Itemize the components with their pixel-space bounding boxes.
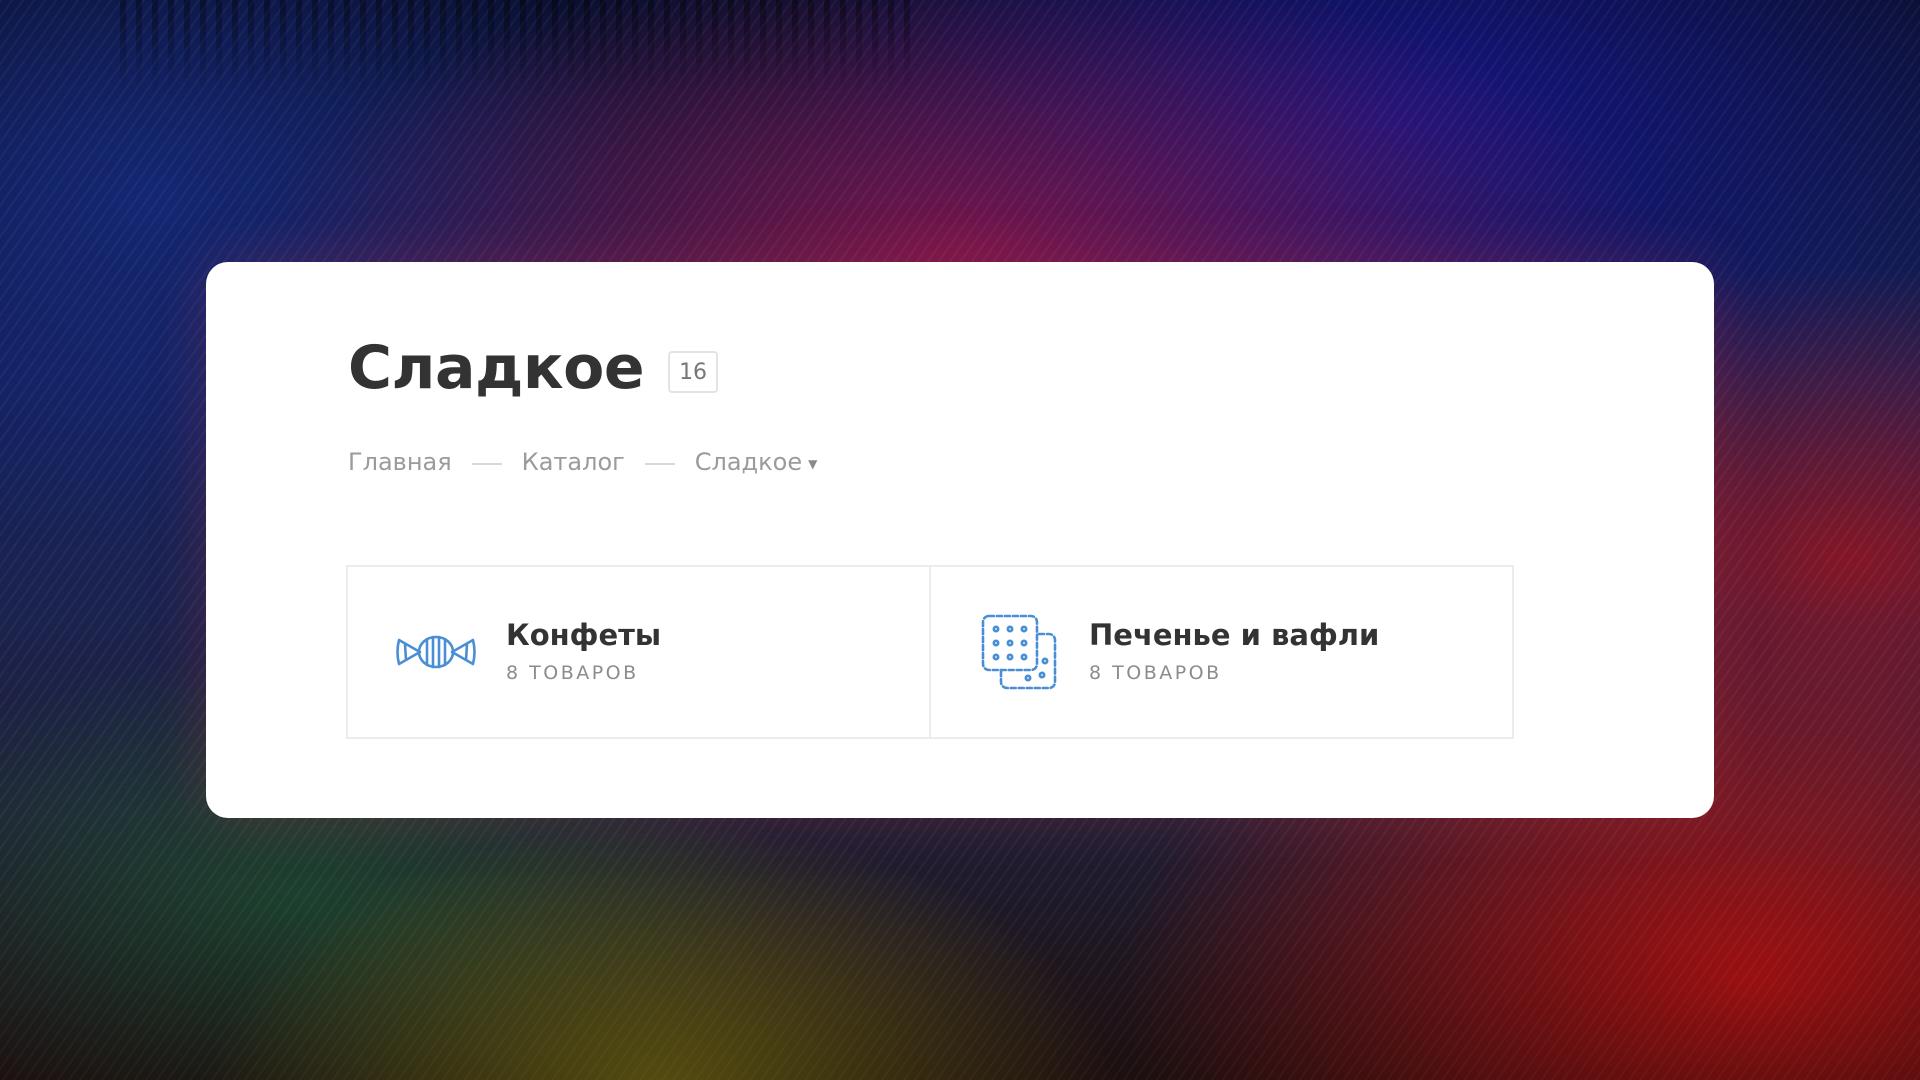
subcategory-cookies-waffles[interactable]: Печенье и вафли 8 ТОВАРОВ: [929, 567, 1512, 737]
breadcrumb-separator: [644, 463, 675, 465]
subcategory-list: Конфеты 8 ТОВАРОВ Печенье и вафли 8 ТОВА…: [346, 565, 1514, 739]
category-card: Сладкое 16 Главная Каталог Сладкое ▼ Кон…: [206, 262, 1714, 818]
page-title: Сладкое: [348, 333, 645, 403]
cookies-icon: [981, 614, 1057, 690]
breadcrumb-home[interactable]: Главная: [348, 448, 452, 476]
caret-down-icon: ▼: [808, 457, 818, 471]
background-vertical-bars: [120, 0, 920, 90]
count-badge: 16: [668, 351, 719, 393]
breadcrumb-catalog[interactable]: Каталог: [522, 448, 625, 476]
background-shade: [0, 810, 1920, 1080]
subcategory-text: Печенье и вафли 8 ТОВАРОВ: [1089, 618, 1380, 684]
subcategory-name: Конфеты: [506, 618, 662, 653]
breadcrumb: Главная Каталог Сладкое ▼: [348, 448, 817, 476]
title-row: Сладкое 16: [348, 333, 719, 403]
subcategory-count: 8 ТОВАРОВ: [1089, 661, 1222, 684]
subcategory-count: 8 ТОВАРОВ: [506, 661, 639, 684]
subcategory-text: Конфеты 8 ТОВАРОВ: [506, 618, 662, 684]
breadcrumb-current-label: Сладкое: [694, 448, 803, 476]
candy-icon: [396, 635, 476, 669]
subcategory-name: Печенье и вафли: [1089, 618, 1380, 653]
subcategory-candies[interactable]: Конфеты 8 ТОВАРОВ: [348, 567, 929, 737]
breadcrumb-separator: [471, 463, 502, 465]
breadcrumb-current-dropdown[interactable]: Сладкое ▼: [695, 448, 818, 476]
